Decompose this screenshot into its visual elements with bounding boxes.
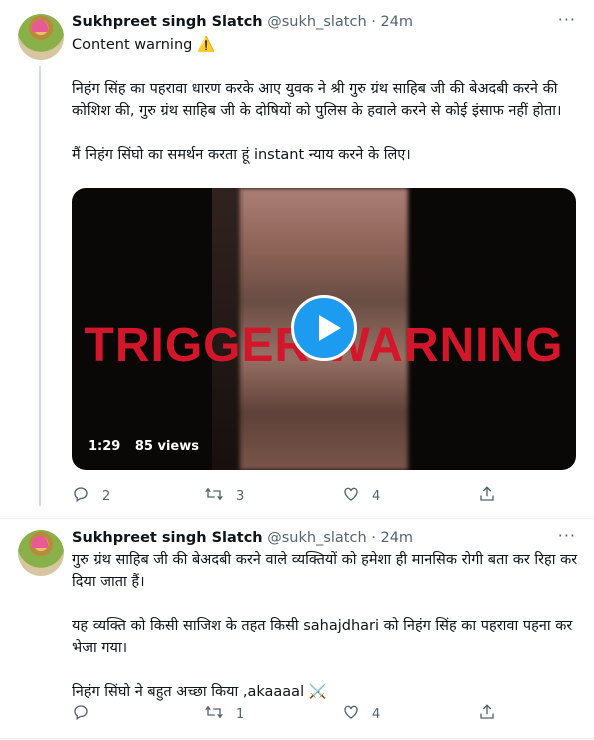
- reply-icon: [72, 485, 90, 507]
- author-name[interactable]: Sukhpreet singh Slatch: [72, 530, 263, 546]
- tweet-paragraph: गुरु ग्रंथ साहिब जी की बेअदबी करने वाले …: [72, 552, 578, 590]
- content-warning: Content warning ⚠️: [72, 37, 216, 53]
- like-button[interactable]: 4: [342, 703, 380, 725]
- tweet-text: गुरु ग्रंथ साहिब जी की बेअदबी करने वाले …: [72, 549, 578, 703]
- like-icon: [342, 485, 360, 507]
- retweet-button[interactable]: 3: [204, 485, 244, 507]
- timestamp[interactable]: · 24m: [371, 14, 413, 30]
- tweet-header: Sukhpreet singh Slatch @sukh_slatch · 24…: [72, 14, 413, 30]
- video-duration: 1:29: [88, 439, 121, 454]
- share-icon: [478, 485, 496, 507]
- retweet-count: 1: [236, 706, 245, 722]
- more-icon[interactable]: ···: [558, 10, 576, 29]
- divider: [0, 518, 594, 519]
- author-name[interactable]: Sukhpreet singh Slatch: [72, 14, 263, 30]
- retweet-count: 3: [236, 488, 245, 504]
- like-icon: [342, 703, 360, 725]
- retweet-icon: [204, 703, 224, 725]
- tweet-header: Sukhpreet singh Slatch @sukh_slatch · 24…: [72, 530, 413, 546]
- tweet-paragraph: मैं निहंग सिंघो का समर्थन करता हूं insta…: [72, 147, 411, 163]
- avatar[interactable]: [18, 530, 64, 576]
- author-handle[interactable]: @sukh_slatch: [267, 14, 366, 30]
- reply-icon: [72, 703, 90, 725]
- video-views: 85 views: [134, 439, 199, 454]
- tweet-paragraph: निहंग सिंघो ने बहुत अच्छा किया ,akaaaal …: [72, 684, 327, 700]
- retweet-icon: [204, 485, 224, 507]
- tweet-paragraph: यह व्यक्ति को किसी साजिश के तहत किसी sah…: [72, 618, 573, 656]
- tweet-paragraph: निहंग सिंह का पहरावा धारण करके आए युवक न…: [72, 81, 562, 119]
- like-count: 4: [372, 706, 381, 722]
- reply-count: 2: [102, 488, 111, 504]
- play-icon[interactable]: [291, 295, 357, 361]
- timestamp[interactable]: · 24m: [371, 530, 413, 546]
- more-icon[interactable]: ···: [558, 526, 576, 545]
- video-player[interactable]: TRIGGER WARNING 1:29 85 views: [72, 188, 576, 470]
- share-icon: [478, 703, 496, 725]
- like-count: 4: [372, 488, 381, 504]
- share-button[interactable]: [478, 485, 508, 507]
- avatar[interactable]: [18, 14, 64, 60]
- divider: [0, 738, 594, 739]
- share-button[interactable]: [478, 703, 508, 725]
- thread-line: [39, 66, 41, 506]
- video-stats: 1:29 85 views: [88, 439, 209, 454]
- author-handle[interactable]: @sukh_slatch: [267, 530, 366, 546]
- like-button[interactable]: 4: [342, 485, 380, 507]
- tweet-text: Content warning ⚠️ निहंग सिंह का पहरावा …: [72, 34, 578, 166]
- reply-button[interactable]: [72, 703, 102, 725]
- reply-button[interactable]: 2: [72, 485, 110, 507]
- retweet-button[interactable]: 1: [204, 703, 244, 725]
